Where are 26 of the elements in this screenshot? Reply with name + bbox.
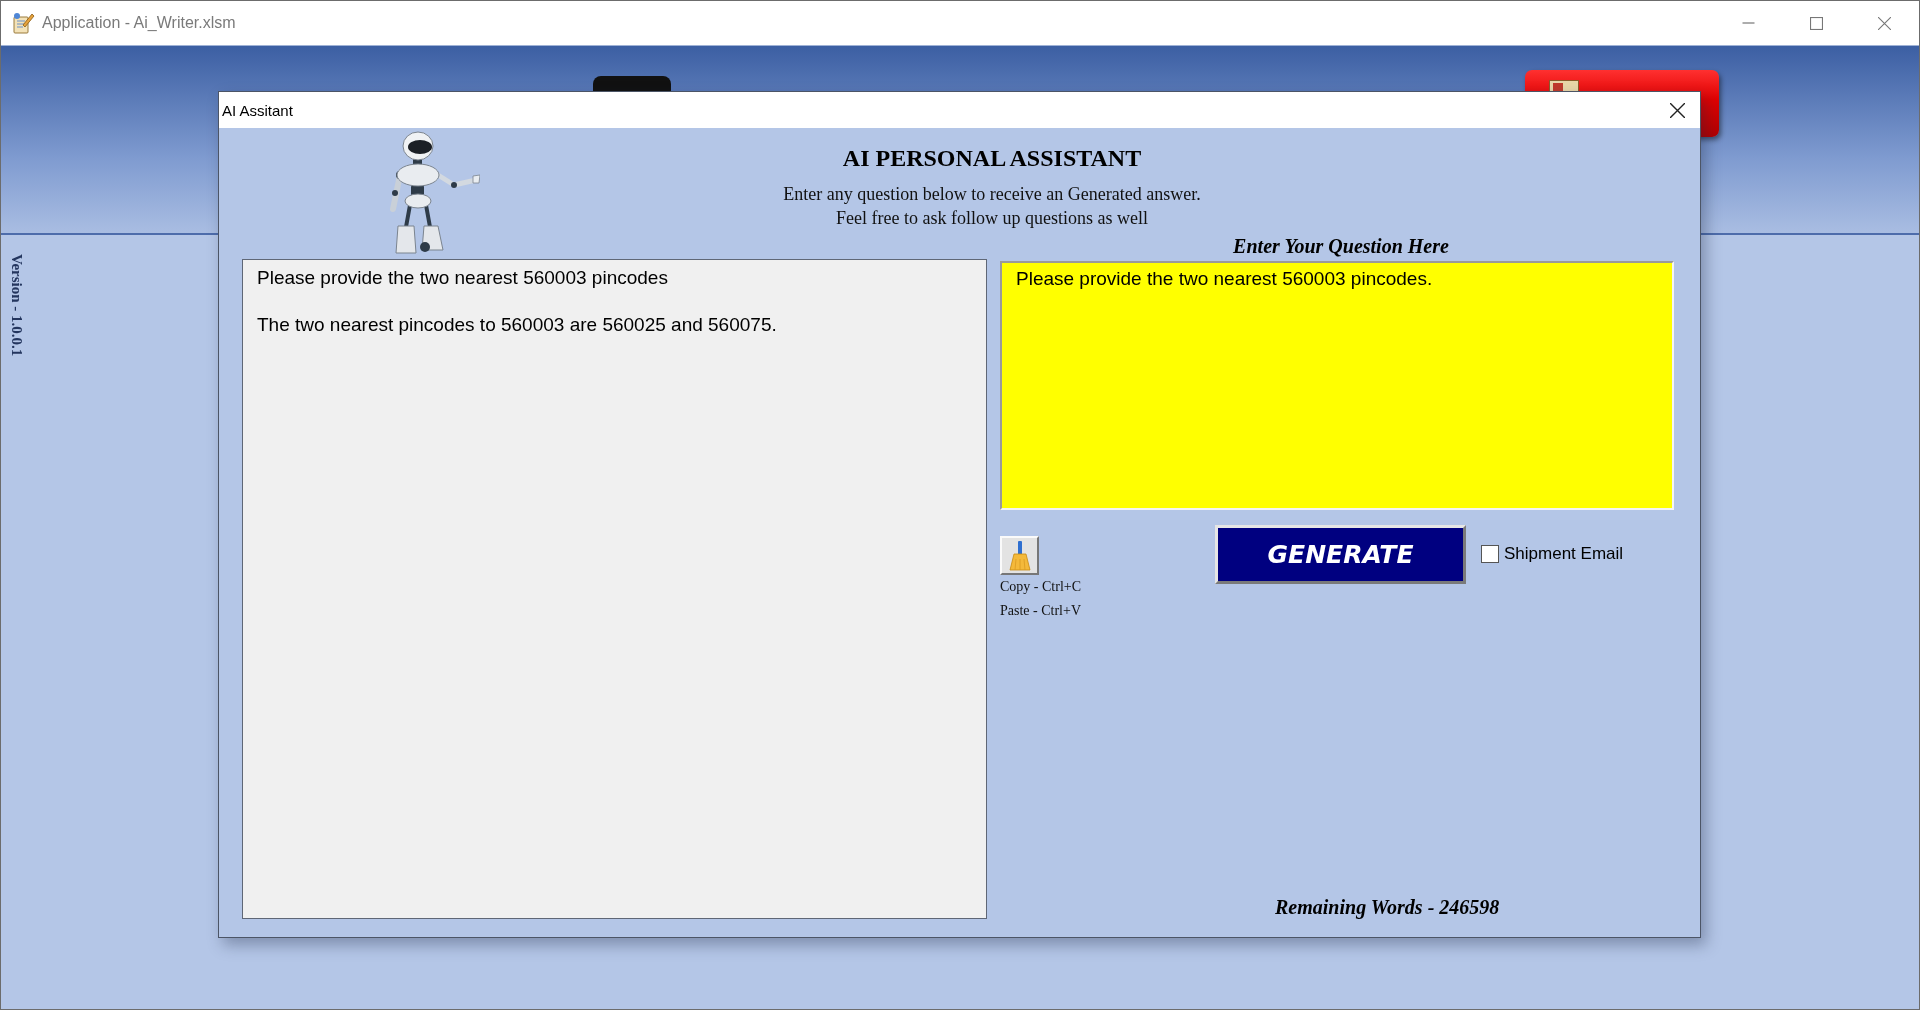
answer-box[interactable]: Please provide the two nearest 560003 pincodes The two nearest pincodes to 560003 are 560025 and 560075. [242, 259, 987, 919]
instruction-text: Enter any question below to receive an Generated answer. [783, 183, 1201, 206]
dialog-title: AI Assitant [222, 101, 293, 119]
close-icon [1669, 102, 1685, 118]
broom-icon [1008, 540, 1031, 571]
close-icon [1877, 16, 1891, 30]
generate-button[interactable]: GENERATE [1215, 525, 1466, 584]
question-field[interactable]: Please provide the two nearest 560003 pincodes. [1000, 261, 1674, 510]
version-label: Version - 1.0.0.1 [8, 254, 25, 357]
dialog-heading: AI PERSONAL ASSISTANT [842, 144, 1142, 173]
checkbox[interactable] [1481, 545, 1499, 563]
logo-icon [593, 76, 671, 91]
remaining-words-text: Remaining Words - 246598 [1275, 895, 1500, 919]
maximize-icon [1809, 16, 1823, 30]
app-icon [11, 11, 35, 35]
window-title: Application - Ai_Writer.xlsm [42, 14, 236, 32]
shortcut-hint: Paste - Ctrl+V [1000, 602, 1081, 620]
shortcut-hint: Copy - Ctrl+C [1000, 578, 1081, 596]
checkbox-label: Shipment Email [1504, 544, 1624, 564]
instruction-text: Feel free to ask follow up questions as well [836, 207, 1148, 230]
file-icon [1549, 80, 1579, 92]
minimize-icon [1741, 22, 1755, 24]
clear-button[interactable] [1000, 536, 1039, 575]
message-text: The two nearest pincodes to 560003 are 560025 and 560075. [257, 313, 777, 337]
question-label: Enter Your Question Here [1233, 234, 1449, 258]
message-text: Please provide the two nearest 560003 pincodes [257, 266, 668, 290]
